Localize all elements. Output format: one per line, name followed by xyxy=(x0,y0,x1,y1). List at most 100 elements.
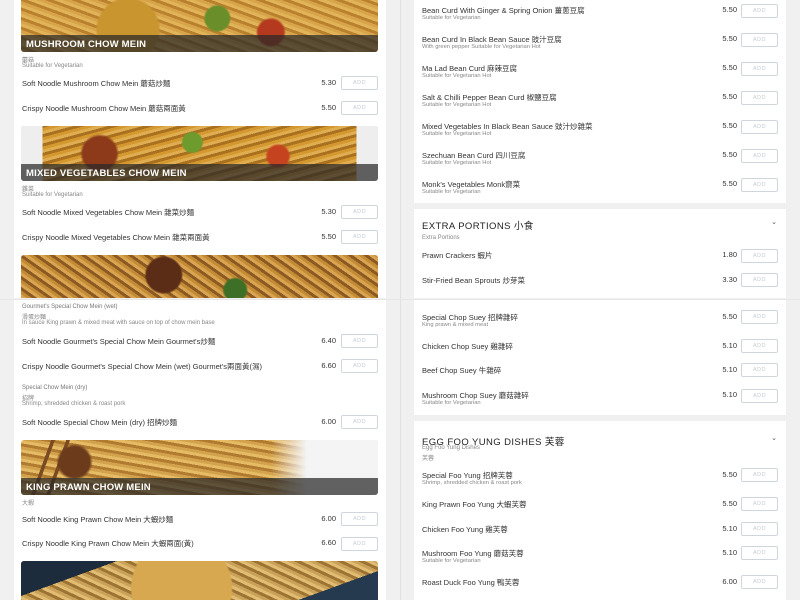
egg-foo-yung-section-header[interactable]: EGG FOO YUNG DISHES 芙蓉 ⌄ xyxy=(414,415,786,449)
right-menu-panel-top: Bean Curd With Ginger & Spring Onion 薑蔥豆… xyxy=(414,0,786,298)
menu-item-note: With green pepper Suitable for Vegetaria… xyxy=(422,44,541,50)
add-button[interactable]: ADD xyxy=(741,249,778,263)
menu-item-price: 5.10 xyxy=(722,524,737,533)
add-button[interactable]: ADD xyxy=(341,334,378,348)
menu-item-price: 5.50 xyxy=(722,312,737,321)
menu-item-name: Roast Duck Foo Yung 鴨芙蓉 xyxy=(422,578,520,587)
menu-item-price: 5.50 xyxy=(722,150,737,159)
menu-item-price: 6.00 xyxy=(321,514,336,523)
menu-item-note: Suitable for Vegetarian Hot xyxy=(422,73,492,79)
vegetarian-note: Suitable for Vegetarian xyxy=(22,63,83,69)
group-description: In sauce King prawn & mixed meat with sa… xyxy=(22,320,215,326)
banner-title: MUSHROOM CHOW MEIN xyxy=(21,35,378,52)
menu-item-note: Suitable for Vegetarian xyxy=(422,189,481,195)
menu-item-name: King Prawn Foo Yung 大蝦芙蓉 xyxy=(422,500,527,509)
vegetarian-note: Suitable for Vegetarian xyxy=(22,192,83,198)
menu-item-price: 5.50 xyxy=(722,92,737,101)
section-subtitle: Egg Foo Yung Dishes xyxy=(422,445,480,451)
scroll-fade xyxy=(414,289,786,298)
menu-item-price: 3.30 xyxy=(722,275,737,284)
menu-item-price: 5.50 xyxy=(722,470,737,479)
add-button[interactable]: ADD xyxy=(341,537,378,551)
add-button[interactable]: ADD xyxy=(741,91,778,105)
banner-title: KING PRAWN CHOW MEIN xyxy=(21,478,378,495)
menu-item-note: Suitable for Vegetarian xyxy=(422,400,481,406)
menu-item-name: Beef Chop Suey 牛雜碎 xyxy=(422,366,502,375)
dish-banner xyxy=(21,561,378,600)
menu-item-name: Soft Noodle Gourmet's Special Chow Mein … xyxy=(22,337,216,346)
menu-item-note: Suitable for Vegetarian xyxy=(422,15,481,21)
add-button[interactable]: ADD xyxy=(341,230,378,244)
add-button[interactable]: ADD xyxy=(341,76,378,90)
add-button[interactable]: ADD xyxy=(741,310,778,324)
add-button[interactable]: ADD xyxy=(741,468,778,482)
group-title: Special Chow Mein (dry) xyxy=(22,385,88,391)
add-button[interactable]: ADD xyxy=(341,512,378,526)
add-button[interactable]: ADD xyxy=(741,339,778,353)
menu-item-price: 5.50 xyxy=(321,103,336,112)
menu-item-price: 6.40 xyxy=(321,336,336,345)
menu-item-note: King prawn & mixed meat xyxy=(422,322,489,328)
left-menu-panel-bottom: Gourmet's Special Chow Mein (wet) 滑蛋炒麵 I… xyxy=(14,300,386,600)
menu-item-name: Crispy Noodle King Prawn Chow Mein 大蝦兩面(… xyxy=(22,539,194,548)
add-button[interactable]: ADD xyxy=(341,359,378,373)
menu-item-note: Shrimp, shredded chicken & roast pork xyxy=(422,480,522,486)
add-button[interactable]: ADD xyxy=(741,273,778,287)
section-title: EXTRA PORTIONS 小食 xyxy=(422,221,534,232)
menu-item-name: Crispy Noodle Mushroom Chow Mein 蘑菇兩面黃 xyxy=(22,104,186,113)
add-button[interactable]: ADD xyxy=(741,120,778,134)
menu-item-note: Suitable for Vegetarian Hot xyxy=(422,160,492,166)
add-button[interactable]: ADD xyxy=(741,178,778,192)
chinese-label: 大蝦 xyxy=(22,501,35,507)
banner-title: MIXED VEGETABLES CHOW MEIN xyxy=(21,164,378,181)
menu-item-name: Chicken Chop Suey 雞雜碎 xyxy=(422,342,513,351)
add-button[interactable]: ADD xyxy=(741,363,778,377)
add-button[interactable]: ADD xyxy=(741,33,778,47)
add-button[interactable]: ADD xyxy=(741,522,778,536)
mushroom-chow-mein-banner: MUSHROOM CHOW MEIN xyxy=(21,0,378,52)
menu-item-name: Soft Noodle Mushroom Chow Mein 蘑菇炒麵 xyxy=(22,79,171,88)
menu-item-price: 5.50 xyxy=(722,121,737,130)
add-button[interactable]: ADD xyxy=(341,415,378,429)
add-button[interactable]: ADD xyxy=(741,62,778,76)
group-description: Shrimp, shredded chicken & roast pork xyxy=(22,401,126,407)
menu-item-name: Crispy Noodle Mixed Vegetables Chow Mein… xyxy=(22,233,210,242)
menu-item-name: Chicken Foo Yung 雞芙蓉 xyxy=(422,525,508,534)
section-subtitle: Extra Portions xyxy=(422,235,460,241)
add-button[interactable]: ADD xyxy=(341,205,378,219)
add-button[interactable]: ADD xyxy=(341,101,378,115)
menu-item-note: Suitable for Vegetarian Hot xyxy=(422,131,492,137)
king-prawn-chow-mein-banner: KING PRAWN CHOW MEIN xyxy=(21,440,378,495)
menu-item-price: 6.00 xyxy=(321,417,336,426)
add-button[interactable]: ADD xyxy=(741,4,778,18)
menu-item-price: 5.10 xyxy=(722,548,737,557)
menu-item-price: 5.50 xyxy=(722,34,737,43)
menu-item-name: Soft Noodle Mixed Vegetables Chow Mein 雜… xyxy=(22,208,195,217)
dish-photo xyxy=(21,255,378,298)
mixed-vegetables-chow-mein-banner: MIXED VEGETABLES CHOW MEIN xyxy=(21,126,378,181)
left-menu-panel-top: MUSHROOM CHOW MEIN 蘑菇 Suitable for Veget… xyxy=(14,0,386,298)
add-button[interactable]: ADD xyxy=(741,497,778,511)
menu-item-name: Soft Noodle Special Chow Mein (dry) 招牌炒麵 xyxy=(22,418,178,427)
menu-item-price: 5.50 xyxy=(722,499,737,508)
menu-item-name: Stir-Fried Bean Sprouts 炒芽菜 xyxy=(422,276,525,285)
menu-item-price: 1.80 xyxy=(722,250,737,259)
menu-item-name: Prawn Crackers 蝦片 xyxy=(422,251,493,260)
add-button[interactable]: ADD xyxy=(741,149,778,163)
right-menu-panel-bottom: Special Chop Suey 招牌雜碎 King prawn & mixe… xyxy=(414,300,786,600)
menu-item-price: 5.10 xyxy=(722,365,737,374)
add-button[interactable]: ADD xyxy=(741,575,778,589)
menu-item-price: 5.30 xyxy=(321,207,336,216)
menu-item-price: 5.50 xyxy=(722,179,737,188)
menu-item-name: Soft Noodle King Prawn Chow Mein 大蝦炒麵 xyxy=(22,515,174,524)
extra-portions-section-header[interactable]: EXTRA PORTIONS 小食 ⌄ xyxy=(414,203,786,233)
chevron-down-icon[interactable]: ⌄ xyxy=(771,218,777,226)
chevron-down-icon[interactable]: ⌄ xyxy=(771,434,777,442)
add-button[interactable]: ADD xyxy=(741,546,778,560)
menu-item-price: 5.50 xyxy=(321,232,336,241)
add-button[interactable]: ADD xyxy=(741,389,778,403)
menu-item-price: 5.50 xyxy=(722,5,737,14)
chinese-label: 芙蓉 xyxy=(422,456,435,462)
menu-item-price: 5.10 xyxy=(722,341,737,350)
menu-item-name: Crispy Noodle Gourmet's Special Chow Mei… xyxy=(22,362,263,371)
